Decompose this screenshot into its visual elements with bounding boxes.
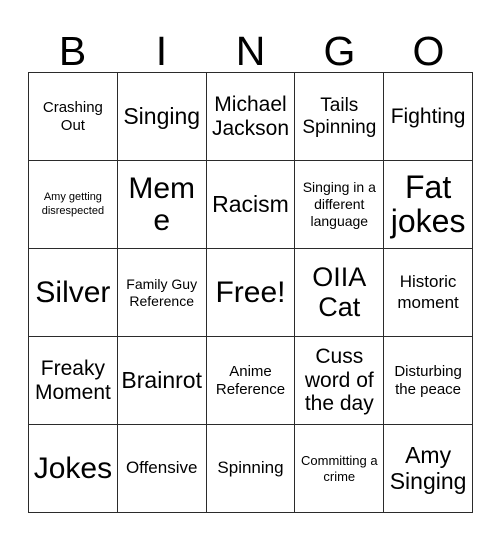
bingo-cell[interactable]: Anime Reference xyxy=(206,337,296,425)
bingo-cell[interactable]: Historic moment xyxy=(384,249,473,337)
bingo-grid: Crashing Out Singing Michael Jackson Tails … xyxy=(28,72,473,513)
bingo-cell-label: Historic moment xyxy=(397,272,459,312)
bingo-header-letter-n: N xyxy=(235,28,266,74)
bingo-cell-label: OIIA Cat xyxy=(312,262,367,322)
bingo-header-letter-b: B xyxy=(58,28,87,74)
bingo-cell-label: Fat jokes xyxy=(390,169,466,239)
bingo-cell-label: Singing xyxy=(123,102,201,129)
bingo-cell[interactable]: Amy Singing xyxy=(384,425,473,513)
bingo-cell[interactable]: Meme xyxy=(117,161,207,249)
bingo-cell-label: Crashing Out xyxy=(42,98,103,134)
bingo-cell-label: Fighting xyxy=(390,104,466,128)
bingo-cell-label: Michael Jackson xyxy=(211,92,290,140)
bingo-cell[interactable]: Michael Jackson xyxy=(206,73,296,161)
bingo-cell-label: Tails Spinning xyxy=(302,94,377,138)
bingo-cell-label: Anime Reference xyxy=(215,362,286,398)
bingo-cell-label: Amy Singing xyxy=(389,442,467,494)
bingo-cell[interactable]: Jokes xyxy=(29,425,118,513)
bingo-header-letter-o: O xyxy=(412,28,445,74)
bingo-cell[interactable]: Silver xyxy=(29,249,118,337)
bingo-cell-label: Family Guy Reference xyxy=(126,275,198,309)
bingo-cell-label: Racism xyxy=(212,190,289,217)
bingo-cell-label: Committing a crime xyxy=(301,452,378,484)
bingo-cell-free-space[interactable]: Free! xyxy=(206,249,296,337)
bingo-cell[interactable]: Cuss word of the day xyxy=(295,337,385,425)
bingo-cell[interactable]: Singing xyxy=(117,73,207,161)
bingo-cell[interactable]: Fighting xyxy=(384,73,473,161)
bingo-cell-label: Singing in a different language xyxy=(302,179,376,229)
bingo-header-letter-g: G xyxy=(323,28,356,74)
bingo-cell[interactable]: Fat jokes xyxy=(384,161,473,249)
bingo-cell[interactable]: Amy getting disrespected xyxy=(29,161,118,249)
bingo-cell-label: Cuss word of the day xyxy=(304,345,374,416)
bingo-cell[interactable]: Singing in a different language xyxy=(295,161,385,249)
bingo-cell-label: Silver xyxy=(35,275,111,309)
bingo-cell[interactable]: Tails Spinning xyxy=(295,73,385,161)
bingo-header-letter-i: I xyxy=(155,28,168,74)
bingo-cell[interactable]: Committing a crime xyxy=(295,425,385,513)
bingo-header-row: B I N G O xyxy=(28,16,473,72)
bingo-cell-label: Brainrot xyxy=(121,366,202,393)
bingo-card: B I N G O Crashing Out Singing Michael Jac… xyxy=(0,0,500,544)
bingo-cell-label: Spinning xyxy=(217,458,284,478)
bingo-cell-label: Offensive xyxy=(125,458,198,478)
bingo-cell-label: Freaky Moment xyxy=(34,356,111,404)
bingo-cell-label: Amy getting disrespected xyxy=(41,190,105,217)
bingo-cell[interactable]: Freaky Moment xyxy=(29,337,118,425)
bingo-cell[interactable]: Racism xyxy=(206,161,296,249)
bingo-cell[interactable]: Brainrot xyxy=(117,337,207,425)
bingo-cell[interactable]: Crashing Out xyxy=(29,73,118,161)
bingo-cell[interactable]: Disturbing the peace xyxy=(384,337,473,425)
bingo-cell-label: Meme xyxy=(128,171,196,237)
bingo-cell-label: Free! xyxy=(215,275,286,309)
bingo-cell[interactable]: OIIA Cat xyxy=(295,249,385,337)
bingo-cell-label: Disturbing the peace xyxy=(394,362,462,398)
bingo-cell[interactable]: Family Guy Reference xyxy=(117,249,207,337)
bingo-cell-label: Jokes xyxy=(33,451,113,485)
bingo-cell[interactable]: Spinning xyxy=(206,425,296,513)
bingo-cell[interactable]: Offensive xyxy=(117,425,207,513)
